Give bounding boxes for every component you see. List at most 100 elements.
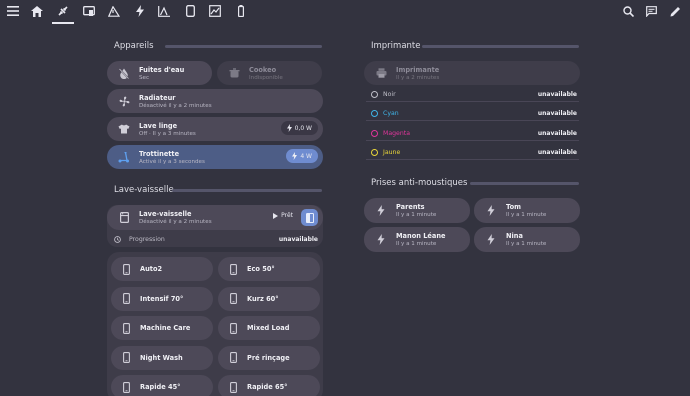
- ink-row: Magenta unavailable: [371, 127, 577, 139]
- status-label: Prêt: [281, 212, 293, 219]
- clock-icon: [114, 235, 121, 243]
- prise-card[interactable]: Manon Léane Il y a 1 minute: [364, 227, 470, 252]
- phone-icon: [226, 381, 240, 393]
- progression-row: Progression unavailable: [114, 233, 318, 245]
- water-leak-off-icon: [115, 67, 133, 79]
- card-state: Désactivé il y a 2 minutes: [139, 102, 212, 109]
- row-divider: [366, 159, 579, 160]
- prise-card[interactable]: Parents Il y a 1 minute: [364, 198, 470, 223]
- radiateur-card[interactable]: Radiateur Désactivé il y a 2 minutes: [107, 89, 323, 113]
- ink-value: unavailable: [537, 90, 577, 98]
- card-name: Trottinette: [139, 149, 180, 158]
- program-label: Pré rinçage: [247, 353, 290, 362]
- fuites-eau-card[interactable]: Fuites d'eau Sec: [107, 61, 212, 85]
- section-divider: [422, 45, 579, 48]
- phone-icon: [119, 263, 133, 275]
- lave-linge-card[interactable]: Lave linge Off · Il y a 3 minutes 0,0 W: [107, 117, 323, 141]
- imprimante-card[interactable]: Imprimante Il y a 2 minutes: [364, 61, 580, 85]
- ink-level-icon: [371, 149, 378, 156]
- power-pill[interactable]: 4 W: [286, 149, 318, 163]
- pot-icon: [225, 68, 243, 78]
- tablet-icon[interactable]: [181, 3, 199, 19]
- power-value: 4 W: [300, 152, 312, 160]
- card-state: Indisponible: [249, 74, 283, 81]
- home-icon[interactable]: [28, 3, 46, 19]
- row-divider: [366, 120, 579, 121]
- phone-icon: [226, 263, 240, 275]
- door-button[interactable]: [301, 209, 318, 226]
- flash-icon: [482, 234, 500, 245]
- program-button[interactable]: Kurz 60°: [218, 286, 320, 311]
- alert-icon[interactable]: [105, 3, 123, 19]
- card-state: Désactivé il y a 2 minutes: [139, 219, 212, 225]
- program-label: Rapide 65°: [247, 383, 288, 391]
- bolt-icon: [286, 124, 292, 132]
- power-value: 0,0 W: [294, 124, 312, 132]
- play-icon: [273, 212, 279, 219]
- phone-icon: [119, 352, 133, 363]
- progression-value: unavailable: [278, 235, 318, 243]
- lave-vaisselle-panel: Lave-vaisselle Désactivé il y a 2 minute…: [107, 205, 323, 247]
- program-button[interactable]: Rapide 65°: [218, 375, 320, 396]
- dishwasher-icon: [115, 212, 133, 223]
- card-state: Off · Il y a 3 minutes: [139, 130, 196, 137]
- printer-icon: [372, 68, 390, 78]
- phone-icon: [226, 322, 240, 334]
- active-tab-indicator: [52, 22, 74, 24]
- card-name: Lave-vaisselle: [139, 210, 192, 218]
- cookeo-card[interactable]: Cookeo Indisponible: [217, 61, 322, 85]
- section-divider: [470, 182, 579, 185]
- edit-icon[interactable]: [666, 3, 684, 19]
- battery-icon[interactable]: [232, 3, 250, 19]
- card-state: Il y a 1 minute: [396, 241, 437, 247]
- program-button[interactable]: Auto2: [111, 257, 213, 281]
- program-button[interactable]: Mixed Load: [218, 316, 320, 340]
- plug-icon[interactable]: [54, 3, 72, 19]
- card-state: Activé il y a 3 secondes: [139, 158, 205, 165]
- program-button[interactable]: Machine Care: [111, 316, 213, 340]
- card-state: Sec: [139, 74, 150, 81]
- phone-icon: [119, 293, 133, 304]
- program-button[interactable]: Eco 50°: [218, 257, 320, 281]
- prise-card[interactable]: Tom Il y a 1 minute: [474, 198, 580, 223]
- program-button[interactable]: Night Wash: [111, 345, 213, 370]
- prise-card[interactable]: Nina Il y a 1 minute: [474, 227, 580, 252]
- ink-label: Noir: [383, 90, 396, 98]
- devices-icon[interactable]: [80, 3, 98, 19]
- program-label: Kurz 60°: [247, 294, 279, 303]
- ink-row: Noir unavailable: [371, 88, 577, 100]
- ink-level-icon: [371, 110, 378, 117]
- program-label: Machine Care: [140, 324, 191, 332]
- trottinette-card[interactable]: Trottinette Activé il y a 3 secondes 4 W: [107, 145, 323, 169]
- section-title-prises: Prises anti-moustiques: [371, 178, 468, 188]
- program-button[interactable]: Rapide 45°: [111, 375, 213, 396]
- ink-label: Magenta: [383, 129, 411, 137]
- card-state: Il y a 1 minute: [506, 241, 547, 247]
- phone-icon: [119, 381, 133, 393]
- phone-icon: [119, 322, 133, 334]
- card-name: Nina: [506, 232, 523, 240]
- program-label: Auto2: [140, 265, 163, 273]
- chart-icon[interactable]: [155, 3, 173, 19]
- program-label: Mixed Load: [247, 324, 290, 332]
- program-button[interactable]: Pré rinçage: [218, 345, 320, 370]
- section-divider: [172, 189, 322, 192]
- bolt-icon[interactable]: [131, 3, 149, 19]
- section-divider: [165, 45, 322, 48]
- row-divider: [366, 100, 579, 102]
- graph-icon[interactable]: [206, 3, 224, 19]
- card-state: Il y a 2 minutes: [396, 74, 440, 81]
- ink-value: unavailable: [537, 110, 577, 117]
- program-label: Intensif 70°: [140, 294, 184, 303]
- bolt-icon: [292, 152, 298, 160]
- program-label: Night Wash: [140, 353, 183, 362]
- lave-vaisselle-card[interactable]: Lave-vaisselle Désactivé il y a 2 minute…: [107, 205, 323, 230]
- ink-level-icon: [371, 90, 378, 98]
- search-icon[interactable]: [619, 3, 637, 19]
- chat-icon[interactable]: [642, 3, 660, 19]
- program-button[interactable]: Intensif 70°: [111, 286, 213, 311]
- ink-value: unavailable: [537, 149, 577, 156]
- power-pill[interactable]: 0,0 W: [280, 121, 318, 135]
- menu-icon[interactable]: [4, 3, 22, 19]
- card-name: Tom: [506, 203, 522, 211]
